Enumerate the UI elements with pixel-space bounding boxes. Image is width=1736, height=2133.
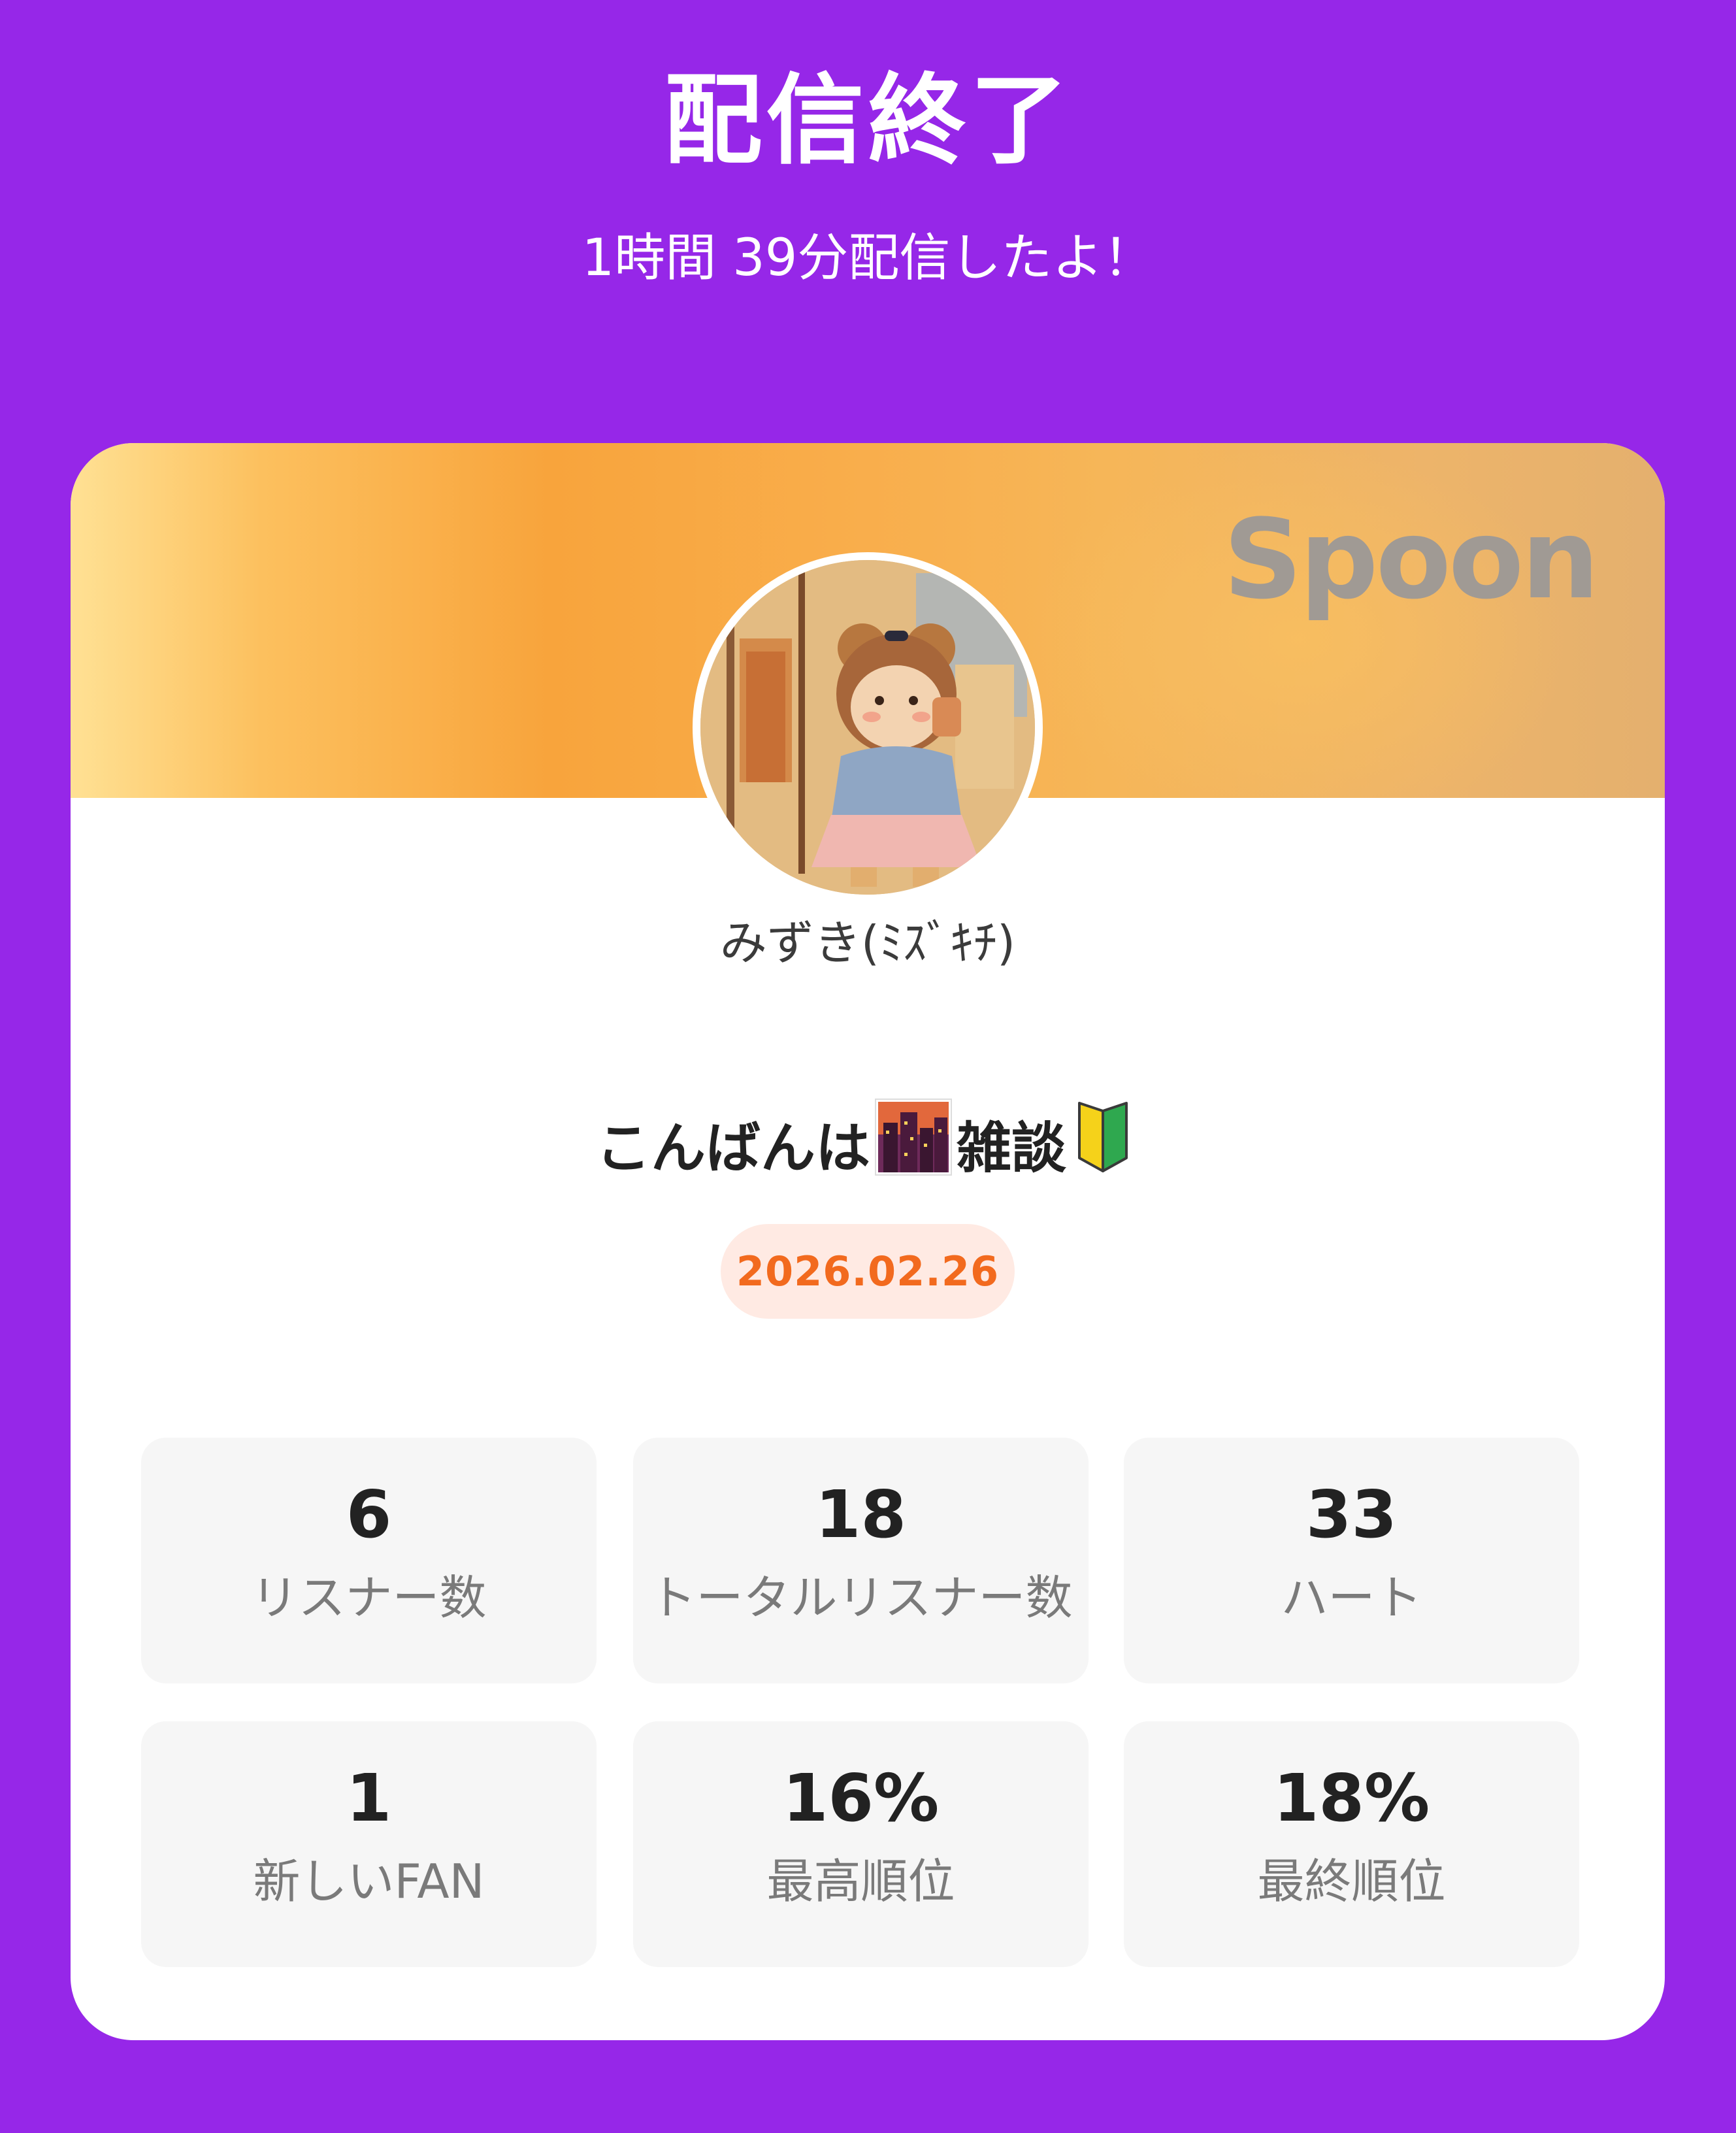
stat-label: 最終順位 (1257, 1854, 1446, 1909)
stat-new-fans: 1 新しいFAN (141, 1721, 597, 1967)
stat-hearts: 33 ハート (1124, 1438, 1579, 1683)
broadcast-summary-card: Spoon みずき(ﾐｽﾞｷﾁ) こんばんは 雑談 2026.02.26 6 リ… (71, 443, 1665, 2040)
stat-total-listeners: 18 トータルリスナー数 (633, 1438, 1089, 1683)
stat-peak-rank: 16% 最高順位 (633, 1721, 1089, 1967)
stat-label: トータルリスナー数 (649, 1570, 1073, 1625)
city-dusk-icon (874, 1098, 953, 1197)
username: みずき(ﾐｽﾞｷﾁ) (719, 916, 1016, 970)
page-title: 配信終了 (664, 64, 1072, 178)
live-title-text: 雑談 (957, 1116, 1067, 1180)
live-title: こんばんは 雑談 (71, 1098, 1665, 1197)
avatar[interactable] (693, 552, 1043, 902)
stat-value: 18 (815, 1476, 907, 1553)
broadcast-duration: 1時間 39分配信したよ！ (581, 229, 1155, 288)
stat-value: 18% (1273, 1760, 1430, 1836)
stat-listeners: 6 リスナー数 (141, 1438, 597, 1683)
live-title-text: こんばんは (595, 1116, 870, 1180)
avatar-illustration (700, 560, 1035, 895)
stat-value: 1 (346, 1760, 392, 1836)
stat-final-rank: 18% 最終順位 (1124, 1721, 1579, 1967)
stat-label: ハート (1281, 1570, 1422, 1625)
stat-value: 6 (346, 1476, 392, 1553)
broadcast-date: 2026.02.26 (721, 1224, 1015, 1319)
stat-label: リスナー数 (251, 1570, 487, 1625)
stat-value: 16% (782, 1760, 940, 1836)
stat-label: 最高順位 (766, 1854, 955, 1909)
beginner-mark-icon (1070, 1098, 1136, 1197)
spoon-logo: Spoon (1223, 495, 1599, 623)
stat-value: 33 (1305, 1476, 1398, 1553)
stat-label: 新しいFAN (253, 1854, 485, 1909)
